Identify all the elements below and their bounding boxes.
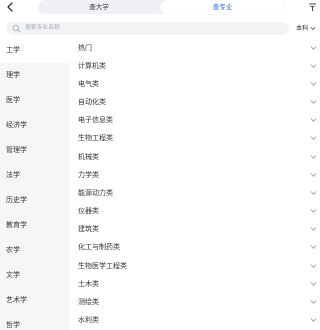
sidebar-item-art[interactable]: 艺术学: [0, 288, 70, 313]
category-row[interactable]: 水利类: [70, 311, 320, 329]
category-label: 水利类: [78, 316, 99, 324]
category-label: 电气类: [78, 80, 99, 88]
chevron-down-icon: [310, 173, 317, 177]
chevron-down-icon: [310, 82, 317, 86]
category-row[interactable]: 生物医学工程类: [70, 257, 320, 275]
category-label: 机械类: [78, 153, 99, 161]
degree-dropdown[interactable]: 本科: [296, 22, 316, 35]
chevron-down-icon: [310, 227, 317, 231]
chevron-down-icon: [310, 64, 317, 68]
filter-button[interactable]: [307, 1, 317, 13]
chevron-down-icon: [310, 209, 317, 213]
top-bar: 查大学 查专业: [0, 0, 320, 16]
tab-search-major[interactable]: 查专业: [160, 0, 285, 14]
chevron-down-icon: [310, 300, 317, 304]
discipline-sidebar: 工学 理学 医学 经济学 管理学 法学 历史学 教育学 农学 文学 艺术学 哲学: [0, 38, 70, 330]
category-label: 生物医学工程类: [78, 262, 127, 270]
category-label: 土木类: [78, 280, 99, 288]
chevron-down-icon: [310, 26, 316, 31]
category-label: 电子信息类: [78, 116, 113, 124]
search-icon: [12, 24, 21, 33]
filter-icon: [308, 3, 316, 11]
sidebar-item-agriculture[interactable]: 农学: [0, 238, 70, 263]
category-row[interactable]: 能源动力类: [70, 184, 320, 202]
sidebar-item-history[interactable]: 历史学: [0, 188, 70, 213]
sidebar-item-engineering[interactable]: 工学: [0, 38, 70, 63]
search-placeholder: 搜索专业名称: [25, 25, 60, 31]
category-row[interactable]: 电子信息类: [70, 111, 320, 129]
chevron-down-icon: [310, 136, 317, 140]
category-row[interactable]: 建筑类: [70, 220, 320, 238]
category-label: 仪器类: [78, 207, 99, 215]
chevron-down-icon: [310, 318, 317, 322]
chevron-down-icon: [310, 282, 317, 286]
category-row[interactable]: 计算机类: [70, 57, 320, 75]
sidebar-item-management[interactable]: 管理学: [0, 138, 70, 163]
category-list: 热门 计算机类 电气类 自动化类 电子信息类 生物工程类 机械类 力学类 能源动…: [70, 38, 320, 330]
sidebar-item-literature[interactable]: 文学: [0, 263, 70, 288]
sidebar-item-medicine[interactable]: 医学: [0, 88, 70, 113]
category-row[interactable]: 仪器类: [70, 202, 320, 220]
tab-search-university[interactable]: 查大学: [38, 0, 160, 14]
chevron-down-icon: [310, 118, 317, 122]
category-label: 建筑类: [78, 225, 99, 233]
category-row[interactable]: 电气类: [70, 75, 320, 93]
category-row[interactable]: 测绘类: [70, 293, 320, 311]
chevron-down-icon: [310, 46, 317, 50]
category-label: 自动化类: [78, 98, 106, 106]
category-row[interactable]: 自动化类: [70, 93, 320, 111]
back-button[interactable]: [3, 0, 17, 14]
app-root: 查大学 查专业 搜索专业名称 本科 工学 理学 医学 经济学 管理学 法学 历史…: [0, 0, 320, 330]
category-row[interactable]: 化工与制药类: [70, 238, 320, 256]
category-label: 化工与制药类: [78, 243, 120, 251]
category-label: 力学类: [78, 171, 99, 179]
category-row[interactable]: 热门: [70, 39, 320, 57]
sidebar-item-philosophy[interactable]: 哲学: [0, 313, 70, 330]
sidebar-item-education[interactable]: 教育学: [0, 213, 70, 238]
chevron-down-icon: [310, 245, 317, 249]
category-label: 计算机类: [78, 62, 106, 70]
segmented-tabs: 查大学 查专业: [38, 0, 285, 14]
chevron-down-icon: [310, 100, 317, 104]
category-label: 生物工程类: [78, 134, 113, 142]
degree-label: 本科: [296, 25, 309, 32]
category-row[interactable]: 生物工程类: [70, 129, 320, 147]
sidebar-item-science[interactable]: 理学: [0, 63, 70, 88]
category-row[interactable]: 土木类: [70, 275, 320, 293]
chevron-down-icon: [310, 155, 317, 159]
category-row[interactable]: 机械类: [70, 148, 320, 166]
search-input[interactable]: 搜索专业名称: [6, 22, 289, 35]
sidebar-item-economics[interactable]: 经济学: [0, 113, 70, 138]
category-label: 测绘类: [78, 298, 99, 306]
category-label: 热门: [78, 44, 92, 52]
chevron-down-icon: [310, 264, 317, 268]
chevron-left-icon: [7, 2, 13, 12]
chevron-down-icon: [310, 191, 317, 195]
category-label: 能源动力类: [78, 189, 113, 197]
category-row[interactable]: 力学类: [70, 166, 320, 184]
sidebar-item-law[interactable]: 法学: [0, 163, 70, 188]
